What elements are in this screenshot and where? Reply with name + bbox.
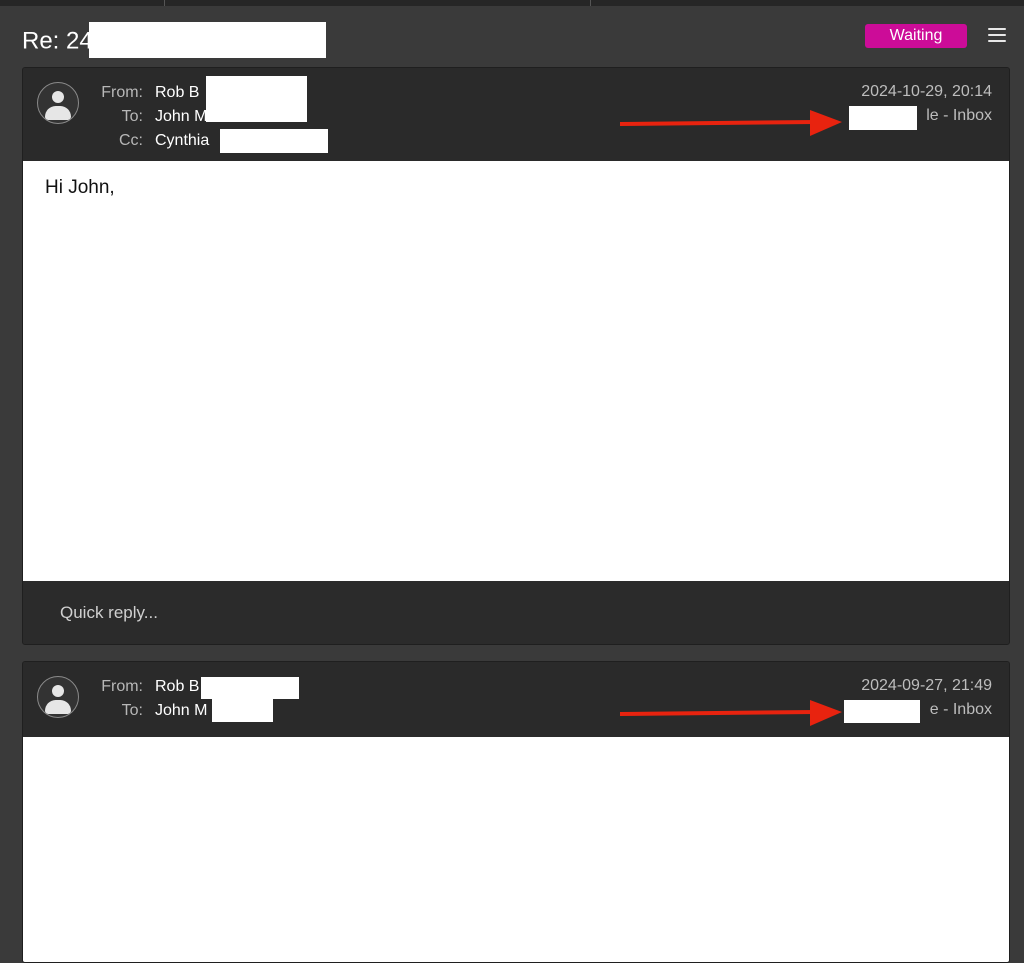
to-row: To: John M (23, 105, 423, 129)
cc-value: Cynthia (155, 132, 210, 149)
cc-label: Cc: (119, 132, 143, 149)
subject-text: Re: 24 (22, 27, 93, 55)
from-row: From: Rob B (23, 675, 423, 699)
from-label: From: (101, 678, 143, 695)
message-card: From: Rob B To: John M Cc: Cynthia 2024-… (22, 67, 1010, 645)
from-value: Rob B (155, 678, 200, 695)
message-header[interactable]: From: Rob B To: John M Cc: Cynthia 2024-… (23, 68, 1009, 161)
from-row: From: Rob B (23, 76, 423, 122)
message-folder: le - Inbox (926, 107, 992, 125)
folder-label: le - Inbox (926, 107, 992, 124)
redaction-box (849, 106, 917, 130)
redaction-box (212, 699, 273, 722)
status-badge[interactable]: Waiting (865, 24, 967, 48)
to-row: To: John M (23, 699, 423, 723)
message-text: Hi John, (45, 177, 115, 198)
from-label: From: (101, 84, 143, 101)
message-header[interactable]: From: Rob B To: John M 2024-09-27, 21:49… (23, 662, 1009, 737)
redaction-box (844, 700, 920, 723)
message-body (23, 737, 1009, 962)
from-value: Rob B (155, 84, 200, 101)
quick-reply-placeholder: Quick reply... (60, 603, 158, 622)
to-label: To: (121, 702, 143, 719)
message-card: From: Rob B To: John M 2024-09-27, 21:49… (22, 661, 1010, 963)
top-strip (0, 0, 1024, 6)
message-date: 2024-10-29, 20:14 (861, 83, 992, 100)
redaction-box (220, 129, 328, 153)
quick-reply-input[interactable]: Quick reply... (23, 581, 1009, 644)
to-label: To: (121, 108, 143, 125)
message-folder: e - Inbox (930, 701, 992, 719)
redaction-box (201, 677, 299, 699)
to-value: John M (155, 702, 208, 719)
tab-divider (590, 0, 591, 6)
folder-label: e - Inbox (929, 701, 992, 718)
annotation-arrow-icon (620, 700, 842, 726)
hamburger-menu-icon[interactable] (988, 28, 1006, 44)
thread-subject: Re: 24 (22, 22, 326, 60)
annotation-arrow-icon (620, 110, 842, 136)
cc-row: Cc: Cynthia (23, 129, 423, 153)
tab-divider (164, 0, 165, 6)
redaction-box (88, 22, 326, 58)
message-body: Hi John, (23, 161, 1009, 581)
to-value: John M (155, 108, 208, 125)
message-date: 2024-09-27, 21:49 (861, 677, 992, 694)
